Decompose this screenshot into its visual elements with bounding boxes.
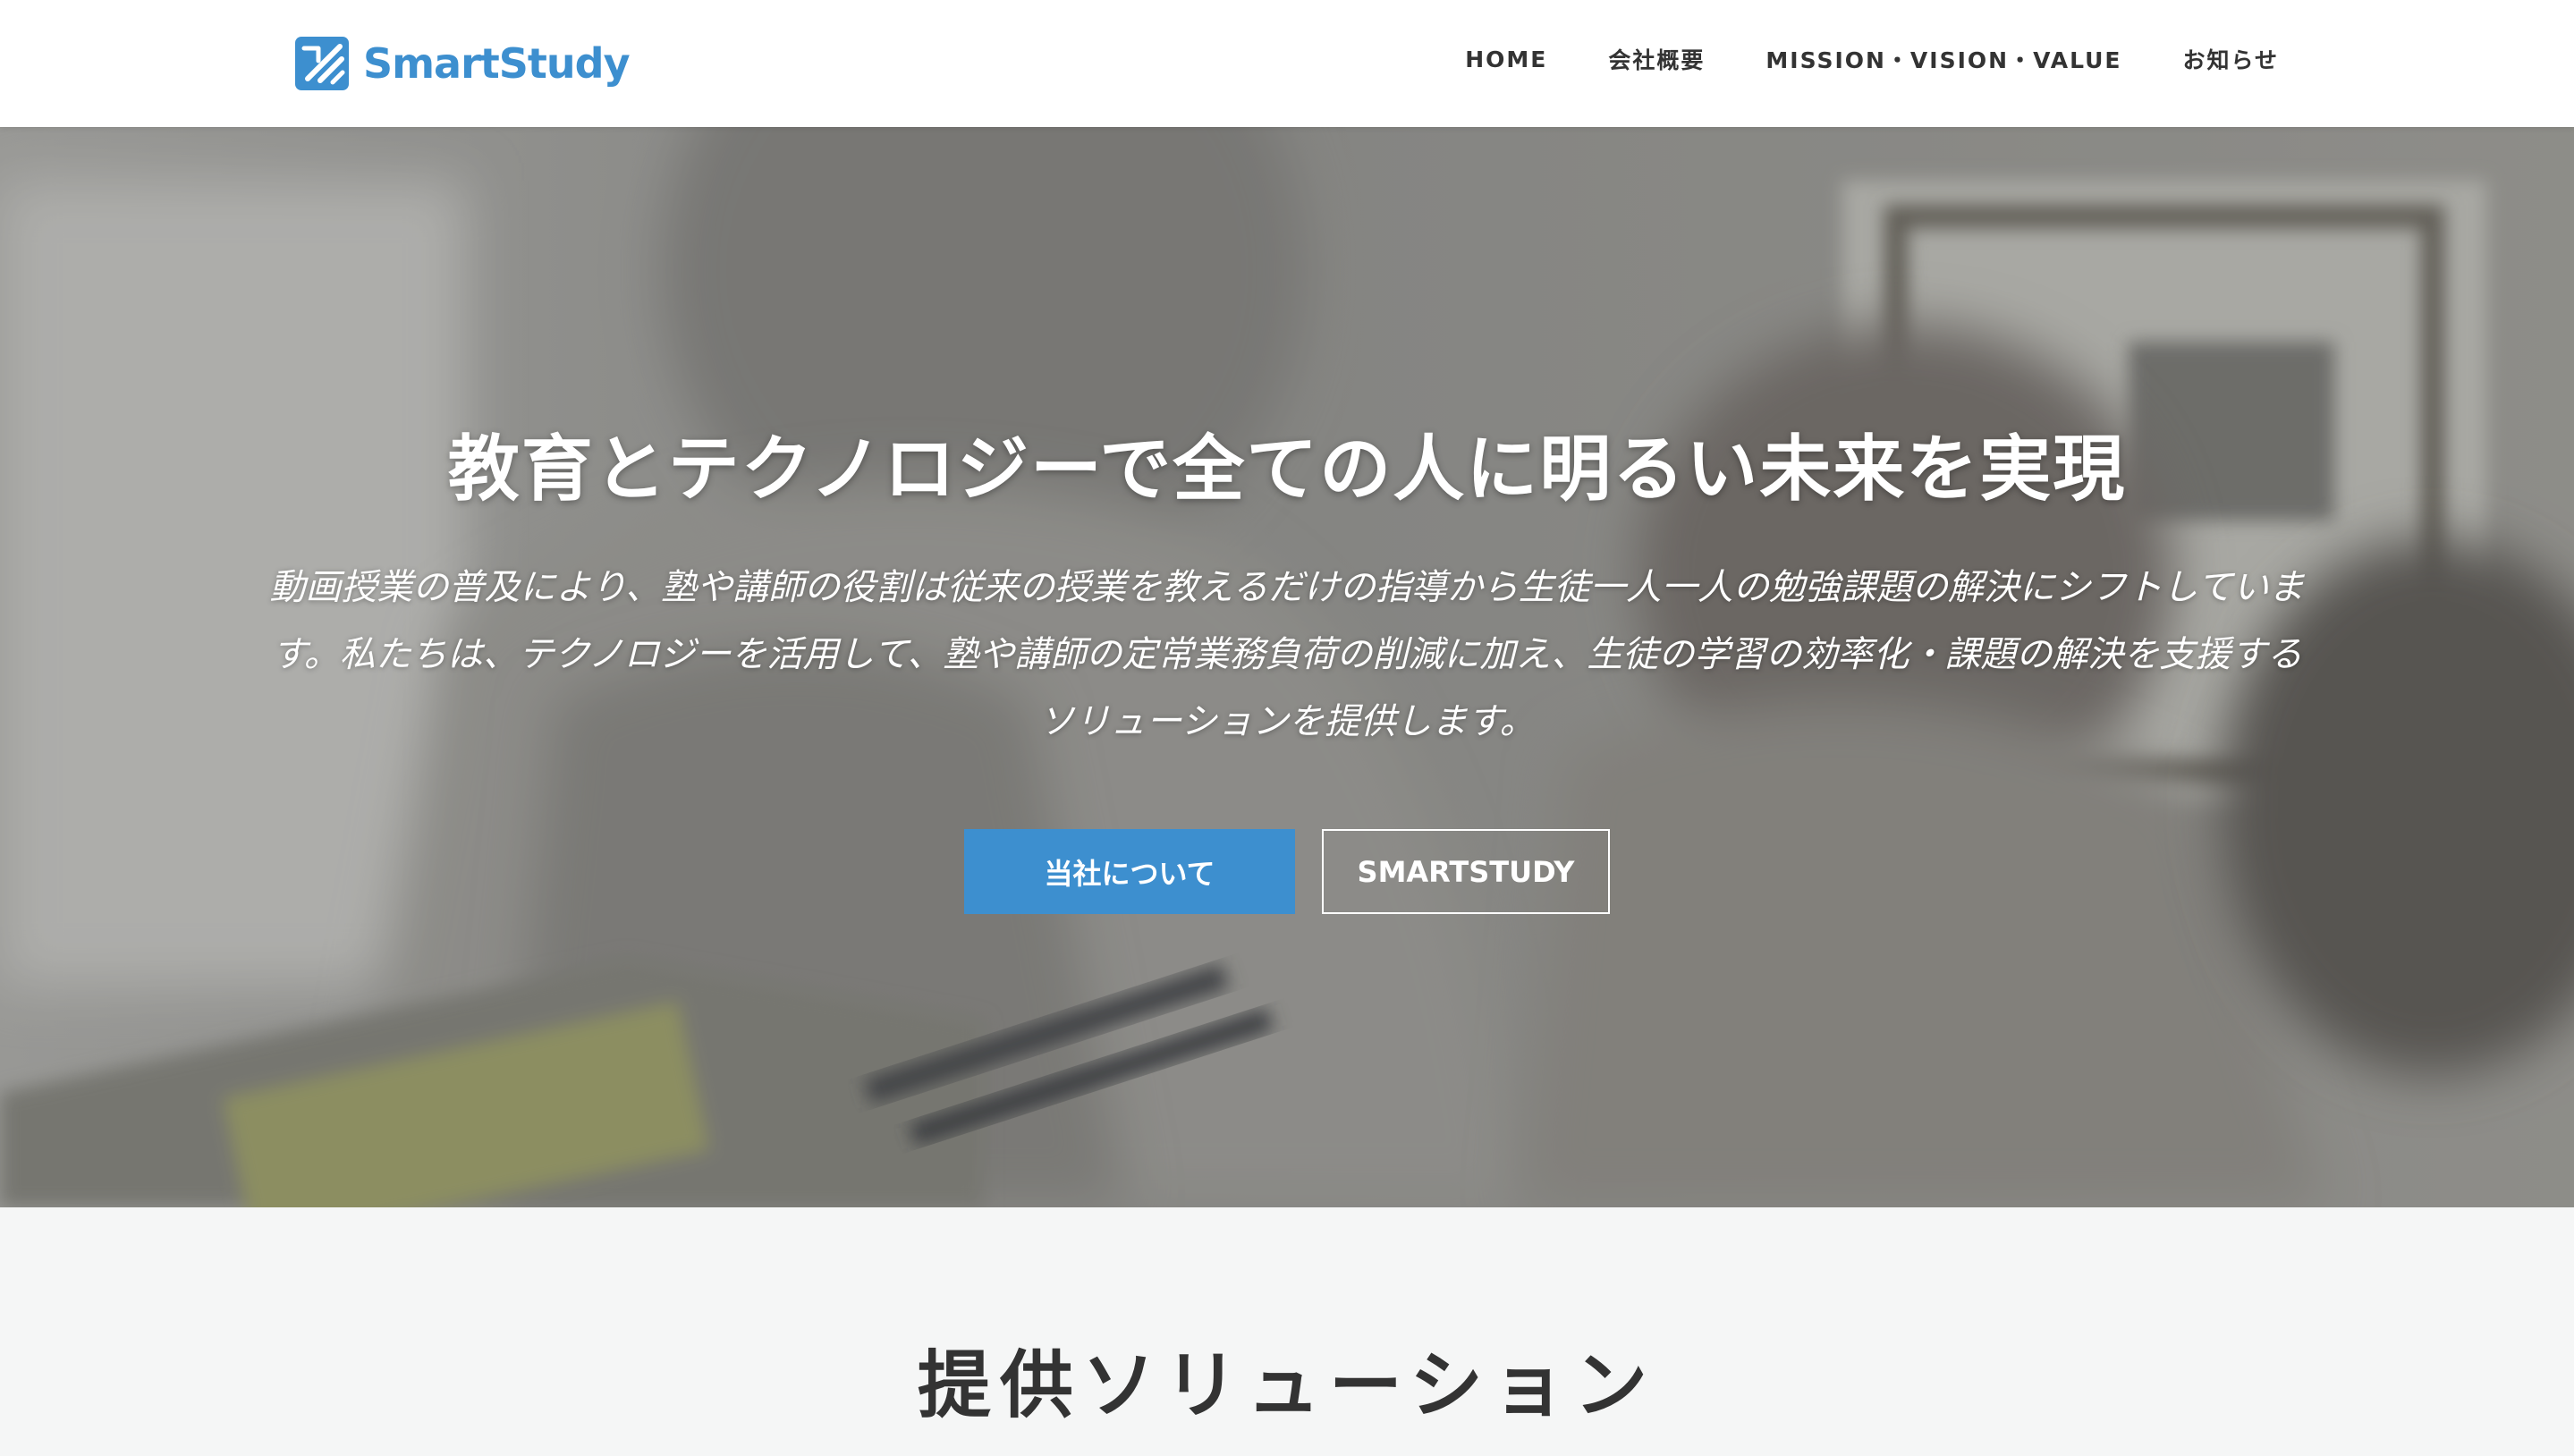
hero-description: 動画授業の普及により、塾や講師の役割は従来の授業を教えるだけの指導から生徒一人一…	[269, 567, 2305, 742]
hero-buttons: 当社について SMARTSTUDY	[0, 829, 2574, 914]
nav-home[interactable]: HOME	[1465, 47, 1547, 72]
nav-news[interactable]: お知らせ	[2182, 43, 2279, 75]
logo-icon	[295, 37, 349, 90]
logo-text: SmartStudy	[363, 39, 631, 88]
logo-link[interactable]: SmartStudy	[295, 36, 631, 91]
hero-section: 教育とテクノロジーで全ての人に明るい未来を実現 動画授業の普及により、塾や講師の…	[0, 127, 2574, 1207]
nav-company[interactable]: 会社概要	[1608, 43, 1705, 75]
hero-title: 教育とテクノロジーで全ての人に明るい未来を実現	[447, 427, 2127, 511]
solutions-section: 提供ソリューション	[0, 1207, 2574, 1456]
about-company-button[interactable]: 当社について	[964, 829, 1295, 914]
site-header: SmartStudy HOME 会社概要 MISSION・VISION・VALU…	[0, 0, 2574, 127]
solutions-title: 提供ソリューション	[917, 1343, 1657, 1428]
smartstudy-button[interactable]: SMARTSTUDY	[1322, 829, 1610, 914]
nav-mission[interactable]: MISSION・VISION・VALUE	[1765, 43, 2121, 75]
main-nav: HOME 会社概要 MISSION・VISION・VALUE お知らせ	[1404, 0, 2279, 118]
